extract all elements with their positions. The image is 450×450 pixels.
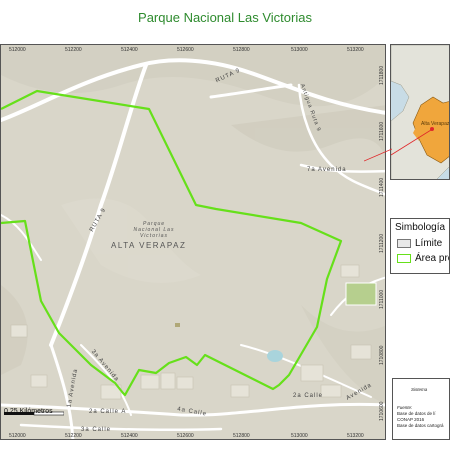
small-feature	[175, 323, 180, 327]
info-line: Base de datos de lí	[397, 411, 436, 416]
map-canvas	[1, 45, 385, 439]
park-label: Parque Nacional Las Victorias	[133, 221, 175, 239]
x-tick: 512600	[177, 47, 194, 53]
y-tick: 1710800	[379, 345, 385, 365]
info-heading: Sistema	[411, 387, 428, 392]
main-map[interactable]: 512000 512200 512400 512600 512800 51300…	[0, 44, 386, 440]
info-line: Base de datos cartográ	[397, 423, 444, 428]
x-tick: 512200	[65, 47, 82, 53]
legend: Simbología Límite Área protegida	[390, 218, 450, 274]
legend-swatch	[397, 239, 411, 248]
source-info-box: Sistema Fuente: Base de datos de lí CONA…	[392, 378, 450, 440]
inset-canvas	[391, 45, 449, 179]
sports-field	[345, 282, 377, 306]
y-tick: 1710600	[379, 401, 385, 421]
x-tick: 512400	[121, 47, 138, 53]
info-source-label: Fuente:	[397, 405, 413, 410]
x-tick-bottom: 512000	[9, 433, 26, 439]
x-tick-bottom: 513200	[347, 433, 364, 439]
x-tick: 513000	[291, 47, 308, 53]
x-tick: 512000	[9, 47, 26, 53]
inset-connector	[364, 148, 392, 162]
legend-label: Área protegida	[415, 253, 449, 264]
y-tick: 1711000	[379, 289, 385, 309]
department-label: ALTA VERAPAZ	[111, 241, 187, 250]
y-tick: 1711800	[379, 65, 385, 85]
x-tick-bottom: 512800	[233, 433, 250, 439]
legend-item: Área protegida	[397, 253, 449, 264]
calle2-label: 2a Calle	[293, 393, 324, 399]
legend-title: Simbología	[395, 222, 446, 233]
pond	[267, 350, 283, 362]
x-tick-bottom: 512200	[65, 433, 82, 439]
legend-label: Límite	[415, 238, 443, 249]
scale-label: 0.25 Kilómetros	[4, 408, 53, 415]
avenida7-label: 7a Avenida	[307, 167, 347, 173]
legend-swatch	[397, 254, 411, 263]
calle3-label: 3a Calle	[81, 427, 112, 433]
x-tick-bottom: 513000	[291, 433, 308, 439]
x-tick: 512800	[233, 47, 250, 53]
y-tick: 1711200	[379, 233, 385, 253]
inset-label: Alta Verapaz	[421, 121, 450, 127]
info-line: CONAP 2016	[397, 417, 425, 422]
inset-map[interactable]: Alta Verapaz	[390, 44, 450, 180]
x-tick-bottom: 512600	[177, 433, 194, 439]
y-tick: 1711400	[379, 177, 385, 197]
calle2a-label: 2a Calle A	[89, 409, 127, 415]
x-tick-bottom: 512400	[121, 433, 138, 439]
legend-item: Límite	[397, 238, 442, 249]
x-tick: 513200	[347, 47, 364, 53]
y-tick: 1711600	[379, 121, 385, 141]
map-title: Parque Nacional Las Victorias	[138, 9, 312, 25]
